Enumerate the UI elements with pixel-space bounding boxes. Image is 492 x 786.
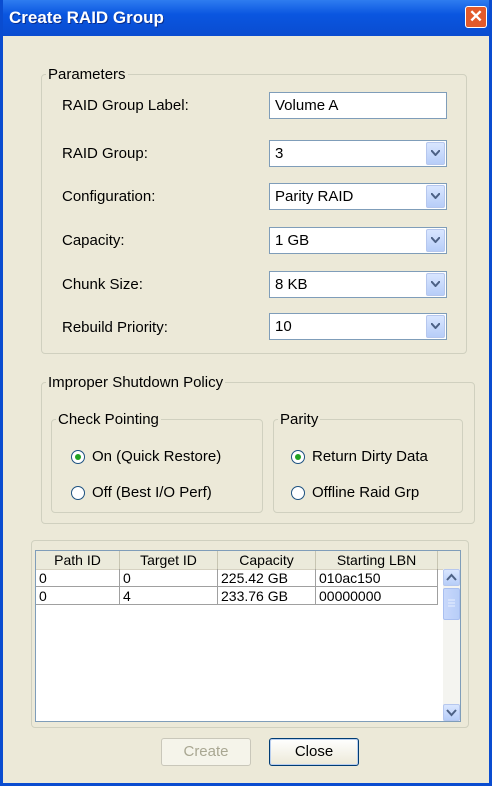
configuration-value: Parity RAID	[275, 188, 354, 205]
rebuild-priority-value: 10	[275, 318, 292, 335]
chunk-size-label: Chunk Size:	[62, 276, 143, 293]
table-cell[interactable]: 4	[120, 587, 218, 605]
table-cell[interactable]: 0	[120, 569, 218, 587]
create-raid-group-dialog: Create RAID Group ✕ Parameters RAID Grou…	[0, 0, 492, 786]
radio-selected-icon[interactable]	[291, 449, 305, 464]
scroll-thumb[interactable]	[443, 588, 460, 620]
radio-on-quick-restore[interactable]: On (Quick Restore)	[71, 448, 221, 465]
raid-group-label-value: Volume A	[275, 97, 339, 114]
parity-legend: Parity	[280, 411, 319, 428]
rebuild-priority-label: Rebuild Priority:	[62, 319, 168, 336]
raid-group-label: RAID Group:	[62, 145, 148, 162]
chevron-down-icon[interactable]	[426, 142, 445, 165]
configuration-label: Configuration:	[62, 188, 156, 205]
table-header: Path ID Target ID Capacity Starting LBN	[36, 551, 460, 570]
close-button[interactable]: Close	[269, 738, 359, 766]
shutdown-policy-legend: Improper Shutdown Policy	[48, 374, 224, 391]
chunk-size-value: 8 KB	[275, 276, 308, 293]
table-cell[interactable]: 0	[36, 569, 120, 587]
vertical-scrollbar[interactable]	[443, 569, 460, 721]
configuration-select[interactable]: Parity RAID	[269, 183, 447, 210]
chunk-size-select[interactable]: 8 KB	[269, 271, 447, 298]
scroll-up-icon[interactable]	[443, 569, 460, 586]
chevron-down-icon[interactable]	[426, 315, 445, 338]
close-icon[interactable]: ✕	[465, 6, 487, 28]
raid-group-value: 3	[275, 145, 284, 162]
column-header-starting-lbn[interactable]: Starting LBN	[316, 551, 438, 569]
raid-group-label-input[interactable]: Volume A	[269, 92, 447, 119]
column-header-capacity[interactable]: Capacity	[218, 551, 316, 569]
column-header-path-id[interactable]: Path ID	[36, 551, 120, 569]
parameters-legend: Parameters	[48, 66, 126, 83]
radio-off-best-io-perf[interactable]: Off (Best I/O Perf)	[71, 484, 212, 501]
radio-offline-raid-grp[interactable]: Offline Raid Grp	[291, 484, 419, 501]
table-cell[interactable]: 225.42 GB	[218, 569, 316, 587]
radio-selected-icon[interactable]	[71, 449, 85, 464]
devices-table[interactable]: Path ID Target ID Capacity Starting LBN …	[35, 550, 461, 722]
table-cell[interactable]: 0	[36, 587, 120, 605]
capacity-value: 1 GB	[275, 232, 310, 249]
table-cell[interactable]: 010ac150	[316, 569, 438, 587]
radio-return-dirty-data[interactable]: Return Dirty Data	[291, 448, 428, 465]
radio-off-best-io-perf-label: Off (Best I/O Perf)	[92, 484, 212, 501]
radio-unselected-icon[interactable]	[291, 485, 305, 500]
raid-group-label-label: RAID Group Label:	[62, 97, 189, 114]
dialog-title: Create RAID Group	[9, 8, 164, 27]
scroll-down-icon[interactable]	[443, 704, 460, 721]
raid-group-select[interactable]: 3	[269, 140, 447, 167]
chevron-down-icon[interactable]	[426, 229, 445, 252]
chevron-down-icon[interactable]	[426, 185, 445, 208]
radio-unselected-icon[interactable]	[71, 485, 85, 500]
radio-return-dirty-data-label: Return Dirty Data	[312, 448, 428, 465]
chevron-down-icon[interactable]	[426, 273, 445, 296]
table-cell[interactable]: 233.76 GB	[218, 587, 316, 605]
column-header-target-id[interactable]: Target ID	[120, 551, 218, 569]
table-cell[interactable]: 00000000	[316, 587, 438, 605]
rebuild-priority-select[interactable]: 10	[269, 313, 447, 340]
check-pointing-legend: Check Pointing	[58, 411, 159, 428]
radio-on-quick-restore-label: On (Quick Restore)	[92, 448, 222, 465]
capacity-label: Capacity:	[62, 232, 125, 249]
radio-offline-raid-grp-label: Offline Raid Grp	[312, 484, 420, 501]
create-button[interactable]: Create	[161, 738, 251, 766]
title-bar[interactable]: Create RAID Group ✕	[3, 0, 489, 36]
capacity-select[interactable]: 1 GB	[269, 227, 447, 254]
